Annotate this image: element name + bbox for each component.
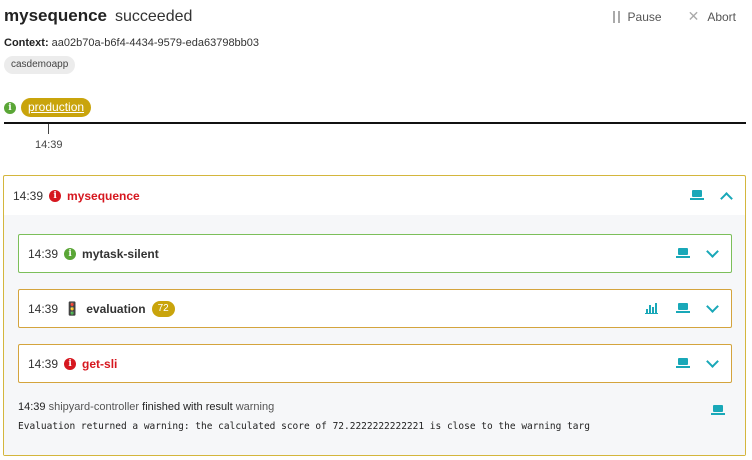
sequence-event-panel: 14:39 i mysequence 14:39 i mytask-silent… — [3, 175, 746, 456]
chevron-up-icon[interactable] — [720, 191, 733, 205]
pause-label: Pause — [627, 9, 662, 24]
log-source: shipyard-controller — [48, 401, 140, 413]
sequence-name: mysequence — [4, 6, 107, 25]
log-line: 14:39 shipyard-controller finished with … — [18, 401, 274, 413]
log-time: 14:39 — [18, 401, 46, 413]
stage-link-production[interactable]: production — [21, 98, 92, 117]
stage-row: i production — [4, 98, 92, 117]
error-icon: i — [49, 189, 62, 202]
task-row[interactable]: 14:39 🚦 evaluation 72 — [18, 289, 732, 328]
pause-button[interactable]: Pause — [612, 8, 662, 25]
log-result: warning — [235, 401, 275, 413]
info-icon: i — [4, 101, 16, 114]
chevron-down-icon[interactable] — [706, 299, 719, 313]
context-label: Context: — [4, 37, 49, 49]
abort-button[interactable]: ✕ Abort — [688, 8, 736, 25]
task-name: get-sli — [82, 356, 118, 371]
abort-label: Abort — [707, 9, 736, 24]
bar-chart-icon[interactable] — [645, 303, 658, 314]
sequence-header: mysequence succeeded Pause ✕ Abort — [4, 6, 736, 30]
event-time: 14:39 — [13, 188, 44, 203]
task-name: evaluation — [86, 301, 146, 316]
close-icon: ✕ — [687, 8, 700, 24]
chevron-down-icon[interactable] — [706, 354, 719, 368]
event-actions — [690, 176, 733, 215]
laptop-icon[interactable] — [676, 248, 690, 259]
timeline-tick-label: 14:39 — [35, 139, 63, 151]
traffic-light-icon: 🚦 — [64, 300, 81, 316]
score-badge: 72 — [151, 300, 175, 317]
task-actions — [676, 345, 719, 382]
task-time: 14:39 — [28, 246, 59, 261]
context-id: aa02b70a-b6f4-4434-9579-eda63798bb03 — [51, 37, 260, 49]
laptop-icon[interactable] — [711, 405, 725, 416]
service-tag: casdemoapp — [4, 56, 76, 74]
task-actions — [676, 235, 719, 272]
log-text: finished with result — [142, 401, 233, 413]
task-name: mytask-silent — [82, 246, 159, 261]
sequence-event-body: 14:39 i mytask-silent 14:39 🚦 evaluation… — [4, 215, 745, 455]
timeline-tick — [48, 124, 49, 134]
timeline-axis — [4, 122, 746, 124]
context-line: Context: aa02b70a-b6f4-4434-9579-eda6379… — [4, 37, 259, 49]
event-name: mysequence — [67, 188, 140, 203]
laptop-icon[interactable] — [690, 190, 704, 201]
chevron-down-icon[interactable] — [706, 244, 719, 258]
success-icon: i — [64, 247, 77, 260]
task-row[interactable]: 14:39 i mytask-silent — [18, 234, 732, 273]
sequence-status: succeeded — [115, 8, 193, 25]
task-time: 14:39 — [28, 301, 59, 316]
pause-icon — [612, 10, 620, 23]
task-row[interactable]: 14:39 i get-sli — [18, 344, 732, 383]
error-icon: i — [64, 357, 77, 370]
laptop-icon[interactable] — [676, 358, 690, 369]
task-time: 14:39 — [28, 356, 59, 371]
log-message: Evaluation returned a warning: the calcu… — [18, 421, 590, 432]
task-actions — [645, 290, 719, 327]
sequence-event-header[interactable]: 14:39 i mysequence — [4, 176, 745, 215]
laptop-icon[interactable] — [676, 303, 690, 314]
header-actions: Pause ✕ Abort — [612, 8, 736, 25]
